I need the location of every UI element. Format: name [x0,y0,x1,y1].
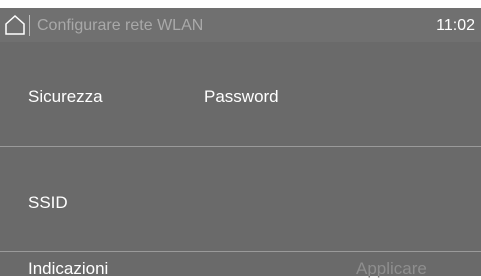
ssid-row[interactable]: SSID [0,147,481,251]
ssid-label: SSID [28,193,68,212]
info-button[interactable]: Indicazioni [28,258,108,280]
clock: 11:02 [436,17,475,34]
status-divider [29,15,30,36]
apply-button[interactable]: Applicare [356,258,427,280]
security-row[interactable]: Sicurezza Password [0,42,481,146]
wlan-config-screen: Configurare rete WLAN 11:02 Sicurezza Pa… [0,8,481,278]
security-label: Sicurezza [28,87,103,106]
security-value: Password [204,87,279,106]
page-title: Configurare rete WLAN [37,17,204,34]
footer-bar: Indicazioni Applicare [0,252,481,278]
home-icon[interactable] [4,14,26,36]
status-bar: Configurare rete WLAN 11:02 [0,8,481,42]
